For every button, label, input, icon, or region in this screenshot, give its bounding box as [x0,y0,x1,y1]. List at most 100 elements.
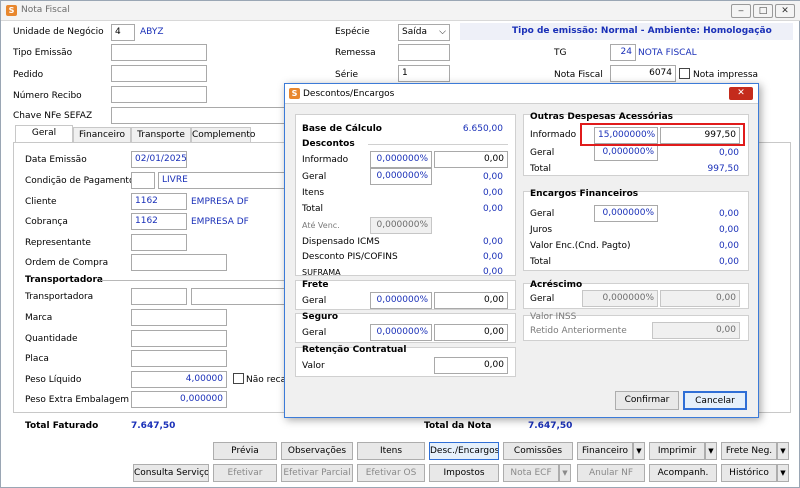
acompanh-button[interactable]: Acompanh. [649,464,717,482]
tab-financeiro[interactable]: Financeiro [73,127,131,142]
tipo-emissao-input[interactable] [111,44,207,61]
tab-transporte[interactable]: Transporte [131,127,191,142]
observacoes-button[interactable]: Observações [281,442,353,460]
acr-val-input[interactable]: 0,00 [660,290,740,307]
chave-input[interactable] [111,107,287,124]
quantidade-input[interactable] [131,330,227,347]
tg-input[interactable]: 24 [610,44,636,61]
retencao-group: Retenção Contratual Valor 0,00 [295,345,516,377]
frete-neg-dropdown-icon[interactable]: ▼ [777,442,789,460]
encargos-group: Encargos Financeiros Geral 0,000000% 0,0… [523,189,749,271]
seguro-title: Seguro [302,312,339,322]
frete-title: Frete [302,280,329,290]
desc-encargos-button[interactable]: Desc./Encargos [429,442,499,460]
ordem-input[interactable] [131,254,227,271]
imprimir-button[interactable]: Imprimir [649,442,705,460]
close-icon[interactable]: ✕ [775,4,795,18]
dispensado-icms-val: 0,00 [482,237,503,247]
total-nota-value: 7.647,50 [528,421,573,431]
nota-ecf-dropdown-icon[interactable]: ▼ [559,464,571,482]
tg-name: NOTA FISCAL [638,48,697,58]
cliente-code-input[interactable]: 1162 [131,193,187,210]
cobranca-code-input[interactable]: 1162 [131,213,187,230]
enc-geral-pct-input[interactable]: 0,000000% [594,205,658,222]
retencao-valor-label: Valor [302,361,325,371]
cancelar-button[interactable]: Cancelar [683,391,747,410]
base-calculo-label: Base de Cálculo [302,124,382,134]
tab-geral[interactable]: Geral [15,125,73,142]
nota-fiscal-input[interactable]: 6074 [610,65,676,82]
nota-impressa-checkbox[interactable] [679,68,690,79]
anular-nf-button[interactable]: Anular NF [577,464,645,482]
retencao-valor-input[interactable]: 0,00 [434,357,508,374]
descontos-encargos-dialog: S Descontos/Encargos ✕ Base de Cálculo 6… [284,83,759,418]
desconto-pis-label: Desconto PIS/COFINS [302,252,398,262]
condicao-code-input[interactable] [131,172,155,189]
representante-input[interactable] [131,234,187,251]
acr-pct-input[interactable]: 0,000000% [582,290,658,307]
minimize-icon[interactable]: ‒ [731,4,751,18]
dialog-app-icon: S [289,88,300,99]
peso-extra-input[interactable]: 0,000000 [131,391,227,408]
window-titlebar: S Nota Fiscal ‒ □ ✕ [1,1,800,21]
nao-recalc-checkbox[interactable] [233,373,244,384]
historico-button[interactable]: Histórico [721,464,777,482]
ate-venc-pct-input[interactable]: 0,000000% [370,217,432,234]
imprimir-dropdown-icon[interactable]: ▼ [705,442,717,460]
seguro-pct-input[interactable]: 0,000000% [370,324,432,341]
condicao-name-input[interactable]: LIVRE [158,172,286,189]
seguro-val-input[interactable]: 0,00 [434,324,508,341]
frete-val-input[interactable]: 0,00 [434,292,508,309]
inss-title: Valor INSS [530,312,577,322]
nota-ecf-button[interactable]: Nota ECF [503,464,559,482]
cobranca-label: Cobrança [25,217,68,227]
outras-geral-pct-input[interactable]: 0,000000% [594,144,658,161]
serie-input[interactable]: 1 [398,65,450,82]
historico-dropdown-icon[interactable]: ▼ [777,464,789,482]
efetivar-button[interactable]: Efetivar [213,464,277,482]
remessa-input[interactable] [398,44,450,61]
comissoes-button[interactable]: Comissões [503,442,573,460]
data-emissao-input[interactable]: 02/01/2025 [131,151,187,168]
chevron-down-icon: ⌵ [439,27,446,37]
descontos-divider [368,144,508,145]
descontos-group: Base de Cálculo 6.650,00 Descontos Infor… [295,114,516,277]
efetivar-os-button[interactable]: Efetivar OS [357,464,425,482]
retido-val-input[interactable]: 0,00 [652,322,740,339]
consulta-servicos-button[interactable]: Consulta Serviços [133,464,209,482]
transportadora-name-input[interactable] [191,288,287,305]
pedido-input[interactable] [111,65,207,82]
efetivar-parcial-button[interactable]: Efetivar Parcial [281,464,353,482]
dialog-close-icon[interactable]: ✕ [729,87,753,100]
itens-button[interactable]: Itens [357,442,425,460]
geral-pct-input[interactable]: 0,000000% [370,168,432,185]
unidade-label: Unidade de Negócio [13,27,104,37]
marca-input[interactable] [131,309,227,326]
maximize-icon[interactable]: □ [753,4,773,18]
unidade-code-input[interactable]: 4 [111,24,135,41]
transportadora-code-input[interactable] [131,288,187,305]
tab-complemento[interactable]: Complemento [191,127,255,142]
especie-select[interactable]: Saída ⌵ [398,24,450,41]
outras-geral-label: Geral [530,148,555,158]
previa-button[interactable]: Prévia [213,442,277,460]
placa-input[interactable] [131,350,227,367]
inss-group: Valor INSS Retido Anteriormente 0,00 [523,312,749,341]
enc-geral-label: Geral [530,209,555,219]
outras-total-label: Total [530,164,552,174]
informado-pct-input[interactable]: 0,000000% [370,151,432,168]
total-label: Total [302,204,324,214]
informado-val-input[interactable]: 0,00 [434,151,508,168]
frete-neg-button[interactable]: Frete Neg. [721,442,777,460]
financeiro-button[interactable]: Financeiro [577,442,633,460]
placa-label: Placa [25,354,49,364]
financeiro-dropdown-icon[interactable]: ▼ [633,442,645,460]
confirmar-button[interactable]: Confirmar [615,391,679,410]
nota-impressa-label: Nota impressa [693,70,759,80]
outras-title: Outras Despesas Acessórias [530,112,674,122]
peso-liquido-input[interactable]: 4,00000 [131,371,227,388]
frete-pct-input[interactable]: 0,000000% [370,292,432,309]
geral-label: Geral [302,172,327,182]
numero-recibo-input[interactable] [111,86,207,103]
impostos-button[interactable]: Impostos [429,464,499,482]
